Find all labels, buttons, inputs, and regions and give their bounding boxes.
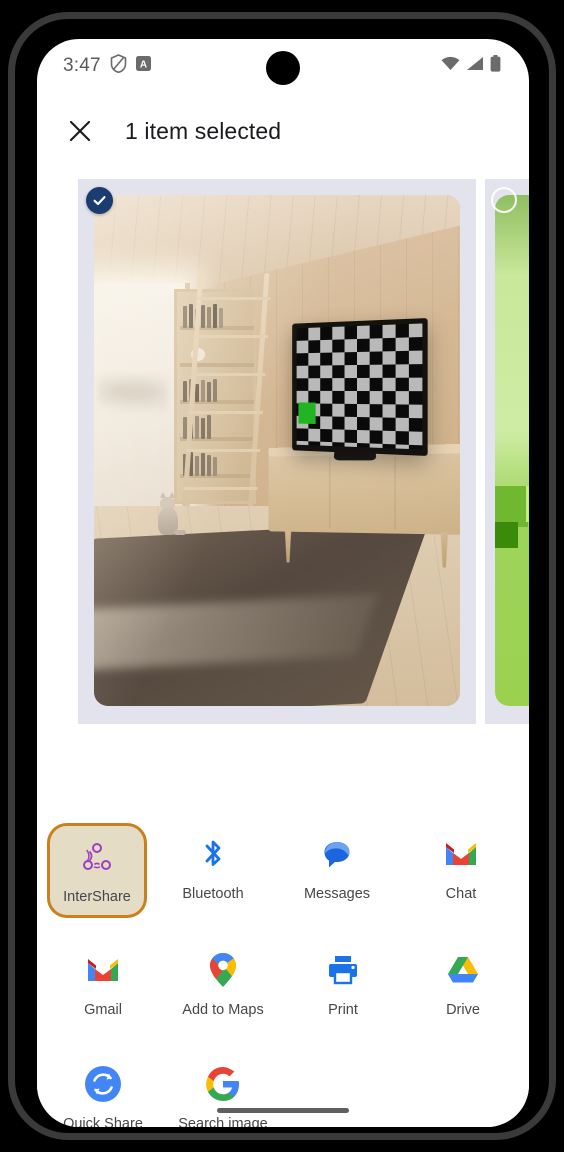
share-target-quick-share[interactable]: Quick Share (43, 1053, 163, 1127)
share-target-search-image[interactable]: Search image (163, 1053, 283, 1127)
share-target-label: Messages (303, 886, 371, 902)
share-target-chat[interactable]: Chat (399, 823, 523, 918)
gmail-icon (80, 947, 126, 993)
app-bar: 1 item selected (37, 93, 529, 169)
status-clock: 3:47 (63, 55, 101, 76)
signal-icon (466, 56, 484, 76)
share-target-bluetooth[interactable]: Bluetooth (151, 823, 275, 918)
share-target-label: Quick Share (63, 1116, 143, 1127)
share-target-messages[interactable]: Messages (275, 823, 399, 918)
camera-cutout-icon (266, 51, 300, 85)
share-target-print[interactable]: Print (283, 939, 403, 1018)
home-indicator[interactable] (217, 1108, 349, 1113)
share-target-label: Add to Maps (182, 1002, 264, 1018)
bluetooth-icon (190, 831, 236, 877)
google-icon (200, 1061, 246, 1107)
selection-check-badge[interactable] (86, 187, 113, 214)
share-target-label: InterShare (63, 889, 131, 905)
selection-empty-circle-icon[interactable] (491, 187, 517, 213)
share-target-label: Search image (178, 1116, 268, 1127)
share-target-label: Gmail (84, 1002, 122, 1018)
cat (156, 492, 186, 535)
svg-text:A: A (140, 60, 147, 71)
close-button[interactable] (63, 114, 97, 148)
share-target-maps[interactable]: Add to Maps (163, 939, 283, 1018)
share-target-row-3: Quick Share Search image (37, 1053, 529, 1127)
share-target-row-1: InterShare Bluetooth Messages Chat (37, 823, 529, 918)
share-target-label: Print (328, 1002, 358, 1018)
drive-icon (440, 947, 486, 993)
share-target-label: Chat (445, 886, 477, 902)
page-title: 1 item selected (125, 117, 282, 144)
shield-icon (110, 54, 127, 78)
preview-item-green[interactable] (485, 179, 529, 724)
share-target-label: Bluetooth (182, 886, 244, 902)
messages-icon (314, 831, 360, 877)
phone-screen: 3:47 A 1 item selected InterShare Blueto… (37, 39, 529, 1127)
share-target-drive[interactable]: Drive (403, 939, 523, 1018)
print-icon (320, 947, 366, 993)
phone-frame: 3:47 A 1 item selected InterShare Blueto… (8, 12, 556, 1140)
tv-checkerboard (292, 318, 428, 456)
share-target-intershare[interactable]: InterShare (47, 823, 147, 918)
maps-icon (200, 947, 246, 993)
intershare-icon (74, 834, 120, 880)
green-square-marker (298, 402, 316, 424)
status-bar-left: 3:47 A (63, 54, 151, 78)
preview-item-living-room[interactable] (78, 179, 476, 724)
a-badge-icon: A (135, 56, 151, 76)
chat-icon (438, 831, 484, 877)
battery-icon (490, 55, 501, 77)
share-target-gmail[interactable]: Gmail (43, 939, 163, 1018)
close-icon (69, 120, 91, 142)
share-target-row-2: Gmail Add to Maps Print Drive (37, 939, 529, 1018)
share-target-label: Drive (446, 1002, 480, 1018)
share-sheet: InterShare Bluetooth Messages Chat Gmail… (37, 731, 529, 1127)
living-room-photo (94, 195, 460, 706)
quick-share-icon (80, 1061, 126, 1107)
status-bar-right (441, 55, 501, 77)
green-photo (495, 195, 529, 706)
wifi-icon (441, 56, 460, 76)
status-bar: 3:47 A (37, 39, 529, 93)
check-icon (93, 196, 106, 206)
preview-strip[interactable] (37, 179, 529, 724)
